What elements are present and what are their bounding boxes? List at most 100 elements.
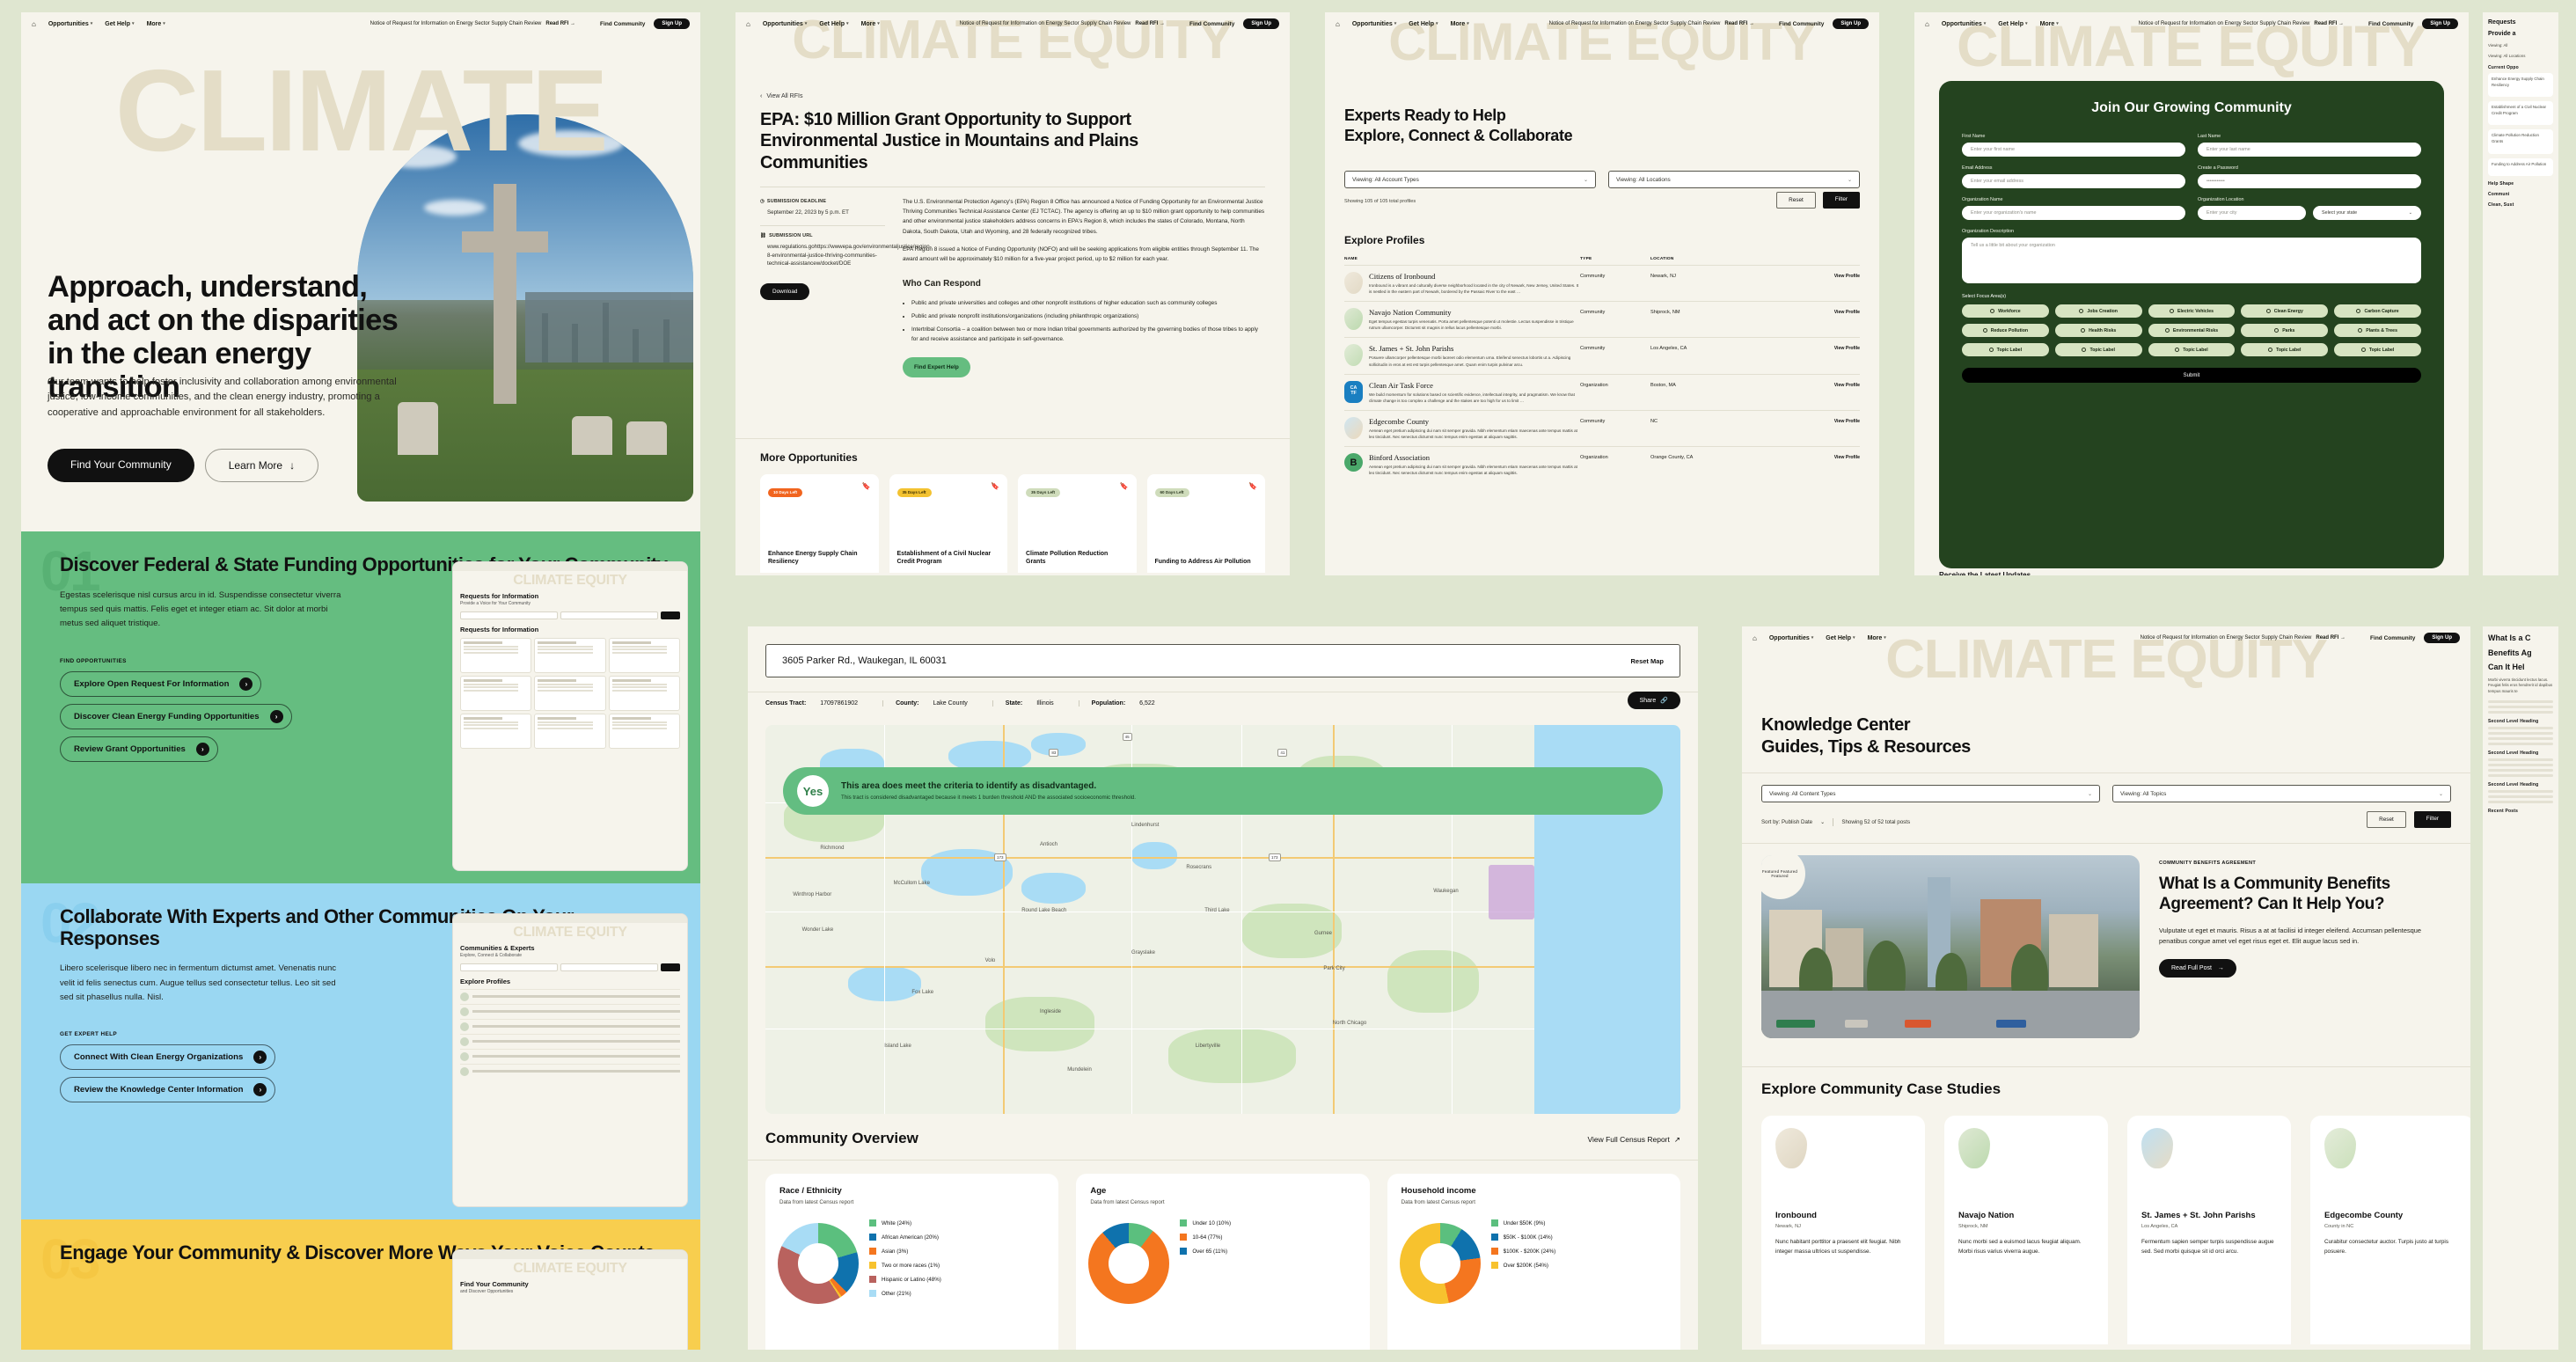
find-community-link[interactable]: Find Community bbox=[1779, 21, 1824, 27]
focus-chip-topic-1[interactable]: Topic Label bbox=[1962, 343, 2049, 356]
focus-chip-environmental-risks[interactable]: Environmental Risks bbox=[2148, 324, 2236, 337]
submit-button[interactable]: Submit bbox=[1962, 368, 2421, 383]
focus-chip-electric-vehicles[interactable]: Electric Vehicles bbox=[2148, 304, 2236, 318]
focus-chip-health-risks[interactable]: Health Risks bbox=[2054, 324, 2142, 337]
case-study-card[interactable]: Navajo Nation Shiprock, NM Nunc morbi se… bbox=[1944, 1116, 2108, 1344]
case-study-card[interactable]: St. James + St. John Parishs Los Angeles… bbox=[2127, 1116, 2291, 1344]
view-profile-link[interactable]: View Profile bbox=[1821, 272, 1860, 295]
nav-item-opportunities[interactable]: Opportunities ▾ bbox=[1352, 21, 1396, 27]
table-row[interactable]: CA TF Clean Air Task Force We build momentu… bbox=[1344, 373, 1860, 410]
focus-chip-workforce[interactable]: Workforce bbox=[1962, 304, 2049, 318]
view-profile-link[interactable]: View Profile bbox=[1821, 381, 1860, 404]
view-profile-link[interactable]: View Profile bbox=[1821, 417, 1860, 440]
bookmark-icon[interactable]: 🔖 bbox=[1248, 482, 1257, 490]
location-select[interactable]: Viewing: All Locations ⌄ bbox=[1608, 171, 1860, 188]
share-button[interactable]: Share 🔗 bbox=[1627, 692, 1680, 709]
nav-item-more[interactable]: More ▾ bbox=[2040, 21, 2059, 27]
view-profile-link[interactable]: View Profile bbox=[1821, 453, 1860, 476]
filter-button[interactable]: Filter bbox=[1822, 192, 1860, 209]
home-icon[interactable]: ⌂ bbox=[746, 20, 750, 28]
view-profile-link[interactable]: View Profile bbox=[1821, 344, 1860, 367]
sliver-item[interactable]: Funding to Address Air Pollution bbox=[2488, 157, 2553, 177]
read-rfi-link[interactable]: Read RFI → bbox=[1135, 21, 1165, 26]
opportunity-card[interactable]: 10 Days Left 🔖 Enhance Energy Supply Cha… bbox=[760, 474, 879, 573]
find-community-link[interactable]: Find Community bbox=[2370, 635, 2415, 641]
view-full-census-report-link[interactable]: View Full Census Report ↗ bbox=[1587, 1135, 1680, 1145]
last-name-field[interactable]: Enter your last name bbox=[2198, 143, 2421, 157]
step-link-explore-rfi[interactable]: Explore Open Request For Information › bbox=[60, 670, 262, 697]
sliver-item[interactable]: Enhance Energy Supply Chain Resiliency bbox=[2488, 73, 2553, 98]
sign-up-button[interactable]: Sign Up bbox=[654, 18, 690, 29]
nav-item-opportunities[interactable]: Opportunities ▾ bbox=[1942, 21, 1986, 27]
home-icon[interactable]: ⌂ bbox=[1925, 20, 1929, 28]
content-type-select[interactable]: Viewing: All Content Types ⌄ bbox=[1761, 785, 2100, 802]
reset-button[interactable]: Reset bbox=[1776, 192, 1816, 209]
find-expert-help-button[interactable]: Find Expert Help bbox=[903, 356, 970, 377]
home-icon[interactable]: ⌂ bbox=[1336, 20, 1340, 28]
submission-url-value[interactable]: www.regulations.gohttps://wwwepa.gov/env… bbox=[767, 243, 932, 267]
read-full-post-button[interactable]: Read Full Post → bbox=[2159, 959, 2236, 978]
nav-item-get-help[interactable]: Get Help ▾ bbox=[1409, 21, 1438, 27]
reset-map-button[interactable]: Reset Map bbox=[1630, 657, 1664, 665]
state-select[interactable]: Select your state ⌄ bbox=[2313, 206, 2421, 220]
focus-chip-plants-trees[interactable]: Plants & Trees bbox=[2334, 324, 2421, 337]
focus-chip-topic-3[interactable]: Topic Label bbox=[2148, 343, 2236, 356]
read-rfi-link[interactable]: Read RFI → bbox=[1724, 21, 1754, 26]
table-row[interactable]: B Binford Association Aenean eget pretium … bbox=[1344, 446, 1860, 482]
focus-chip-parks[interactable]: Parks bbox=[2241, 324, 2329, 337]
nav-item-get-help[interactable]: Get Help ▾ bbox=[105, 21, 134, 27]
org-description-textarea[interactable]: Tell us a little bit about your organiza… bbox=[1962, 238, 2421, 283]
read-rfi-link[interactable]: Read RFI → bbox=[2316, 635, 2345, 641]
bookmark-icon[interactable]: 🔖 bbox=[991, 482, 999, 490]
case-study-card[interactable]: Edgecombe County County in NC Curabitur … bbox=[2310, 1116, 2470, 1344]
nav-item-get-help[interactable]: Get Help ▾ bbox=[1998, 21, 2027, 27]
org-name-field[interactable]: Enter your organization's name bbox=[1962, 206, 2185, 220]
filter-button[interactable]: Filter bbox=[2413, 811, 2451, 828]
focus-chip-carbon-capture[interactable]: Carbon Capture bbox=[2334, 304, 2421, 318]
step-link-connect-orgs[interactable]: Connect With Clean Energy Organizations › bbox=[60, 1044, 276, 1071]
learn-more-button[interactable]: Learn More ↓ bbox=[204, 449, 319, 482]
case-study-card[interactable]: Ironbound Newark, NJ Nunc habitant portt… bbox=[1761, 1116, 1925, 1344]
topics-select[interactable]: Viewing: All Topics ⌄ bbox=[2112, 785, 2451, 802]
table-row[interactable]: St. James + St. John Parishs Posuere ulla… bbox=[1344, 337, 1860, 373]
find-community-link[interactable]: Find Community bbox=[2368, 21, 2413, 27]
bookmark-icon[interactable]: 🔖 bbox=[862, 482, 871, 490]
nav-item-opportunities[interactable]: Opportunities ▾ bbox=[1769, 635, 1813, 641]
password-field[interactable]: ••••••••••• bbox=[2198, 174, 2421, 188]
sign-up-button[interactable]: Sign Up bbox=[1833, 18, 1869, 29]
address-input[interactable]: 3605 Parker Rd., Waukegan, IL 60031 Rese… bbox=[765, 644, 1680, 677]
nav-item-more[interactable]: More ▾ bbox=[861, 21, 880, 27]
sign-up-button[interactable]: Sign Up bbox=[1243, 18, 1279, 29]
find-your-community-button[interactable]: Find Your Community bbox=[48, 449, 194, 482]
account-type-select[interactable]: Viewing: All Account Types ⌄ bbox=[1344, 171, 1596, 188]
census-map[interactable]: 45 83 41 173 173 Spring Grove Richmond A… bbox=[765, 725, 1680, 1114]
bookmark-icon[interactable]: 🔖 bbox=[1120, 482, 1129, 490]
focus-chip-topic-2[interactable]: Topic Label bbox=[2054, 343, 2142, 356]
table-row[interactable]: Citizens of Ironbound Ironbound is a vibr… bbox=[1344, 265, 1860, 301]
focus-chip-topic-5[interactable]: Topic Label bbox=[2334, 343, 2421, 356]
download-button[interactable]: Download bbox=[760, 283, 810, 301]
email-field[interactable]: Enter your email address bbox=[1962, 174, 2185, 188]
nav-item-get-help[interactable]: Get Help ▾ bbox=[819, 21, 848, 27]
read-rfi-link[interactable]: Read RFI → bbox=[545, 21, 575, 26]
step-link-review-grants[interactable]: Review Grant Opportunities › bbox=[60, 736, 218, 762]
first-name-field[interactable]: Enter your first name bbox=[1962, 143, 2185, 157]
step-link-knowledge-center[interactable]: Review the Knowledge Center Information › bbox=[60, 1077, 276, 1103]
focus-chip-reduce-pollution[interactable]: Reduce Pollution bbox=[1962, 324, 2049, 337]
nav-item-get-help[interactable]: Get Help ▾ bbox=[1826, 635, 1855, 641]
focus-chip-topic-4[interactable]: Topic Label bbox=[2241, 343, 2329, 356]
table-row[interactable]: Edgecombe County Aenean eget pretium adip… bbox=[1344, 409, 1860, 446]
home-icon[interactable]: ⌂ bbox=[1753, 634, 1757, 642]
view-all-rfis-link[interactable]: ‹ View All RFIs bbox=[760, 93, 802, 99]
nav-item-more[interactable]: More ▾ bbox=[147, 21, 165, 27]
sliver-item[interactable]: Establishment of a Civil Nuclear Credit … bbox=[2488, 101, 2553, 126]
nav-item-opportunities[interactable]: Opportunities ▾ bbox=[48, 21, 92, 27]
read-rfi-link[interactable]: Read RFI → bbox=[2314, 21, 2344, 26]
focus-chip-jobs-creation[interactable]: Jobs Creation bbox=[2054, 304, 2142, 318]
city-field[interactable]: Enter your city bbox=[2198, 206, 2306, 220]
nav-item-more[interactable]: More ▾ bbox=[1868, 635, 1886, 641]
opportunity-card[interactable]: 35 Days Left 🔖 Establishment of a Civil … bbox=[889, 474, 1007, 573]
opportunity-card[interactable]: 35 Days Left 🔖 Climate Pollution Reducti… bbox=[1018, 474, 1137, 573]
nav-item-more[interactable]: More ▾ bbox=[1451, 21, 1469, 27]
sort-by-select[interactable]: Sort by: Publish Date bbox=[1761, 819, 1812, 825]
